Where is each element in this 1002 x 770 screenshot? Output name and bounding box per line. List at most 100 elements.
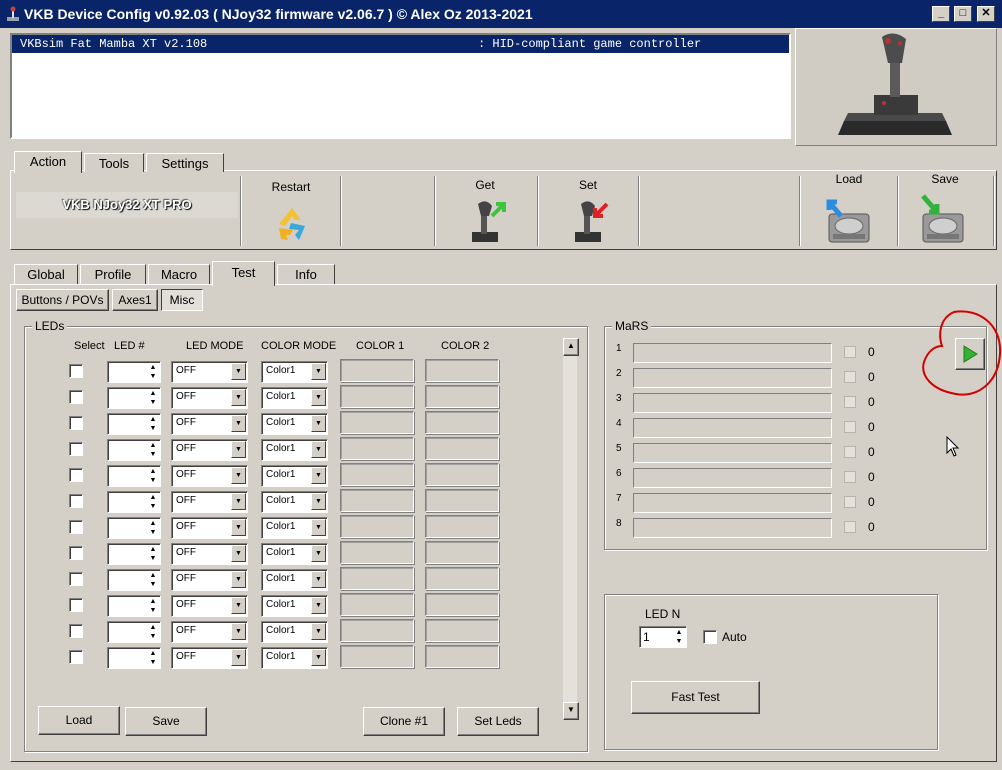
- save-config-button[interactable]: Save: [899, 172, 991, 246]
- color2-swatch[interactable]: [425, 359, 499, 382]
- leds-load-button[interactable]: Load: [38, 706, 120, 735]
- spin-up-icon[interactable]: ▲: [148, 415, 158, 424]
- color1-swatch[interactable]: [340, 411, 414, 434]
- spin-down-icon[interactable]: ▼: [148, 502, 158, 511]
- chevron-down-icon[interactable]: ▼: [311, 519, 326, 536]
- led-mode-select[interactable]: OFF ▼: [171, 387, 248, 409]
- tab-macro[interactable]: Macro: [148, 264, 210, 284]
- chevron-down-icon[interactable]: ▼: [231, 649, 246, 666]
- spin-down-icon[interactable]: ▼: [674, 637, 684, 646]
- color2-swatch[interactable]: [425, 541, 499, 564]
- chevron-down-icon[interactable]: ▼: [311, 415, 326, 432]
- spin-up-icon[interactable]: ▲: [148, 571, 158, 580]
- led-select-checkbox[interactable]: [69, 364, 83, 378]
- mars-indicator-checkbox[interactable]: [844, 421, 856, 433]
- spin-up-icon[interactable]: ▲: [674, 628, 684, 637]
- led-select-checkbox[interactable]: [69, 494, 83, 508]
- spin-down-icon[interactable]: ▼: [148, 632, 158, 641]
- led-mode-select[interactable]: OFF ▼: [171, 413, 248, 435]
- leds-scrollbar[interactable]: ▲ ▼: [562, 337, 579, 721]
- led-mode-select[interactable]: OFF ▼: [171, 647, 248, 669]
- color2-swatch[interactable]: [425, 515, 499, 538]
- spin-down-icon[interactable]: ▼: [148, 450, 158, 459]
- color1-swatch[interactable]: [340, 593, 414, 616]
- led-select-checkbox[interactable]: [69, 416, 83, 430]
- led-select-checkbox[interactable]: [69, 650, 83, 664]
- chevron-down-icon[interactable]: ▼: [311, 441, 326, 458]
- set-leds-button[interactable]: Set Leds: [457, 707, 539, 736]
- spin-up-icon[interactable]: ▲: [148, 545, 158, 554]
- tab-info[interactable]: Info: [277, 264, 335, 284]
- color1-swatch[interactable]: [340, 463, 414, 486]
- spin-up-icon[interactable]: ▲: [148, 441, 158, 450]
- led-number-spinner[interactable]: ▲ ▼: [107, 647, 161, 669]
- chevron-down-icon[interactable]: ▼: [231, 363, 246, 380]
- led-select-checkbox[interactable]: [69, 468, 83, 482]
- color-mode-select[interactable]: Color1 ▼: [261, 543, 328, 565]
- spin-down-icon[interactable]: ▼: [148, 476, 158, 485]
- tab-action[interactable]: Action: [14, 151, 82, 173]
- auto-checkbox[interactable]: [703, 630, 717, 644]
- spin-up-icon[interactable]: ▲: [148, 467, 158, 476]
- led-number-spinner[interactable]: ▲ ▼: [107, 361, 161, 383]
- mars-indicator-checkbox[interactable]: [844, 446, 856, 458]
- led-number-spinner[interactable]: ▲ ▼: [107, 413, 161, 435]
- color-mode-select[interactable]: Color1 ▼: [261, 517, 328, 539]
- tab-test[interactable]: Test: [212, 261, 275, 286]
- color-mode-select[interactable]: Color1 ▼: [261, 465, 328, 487]
- led-number-spinner[interactable]: ▲ ▼: [107, 517, 161, 539]
- color2-swatch[interactable]: [425, 567, 499, 590]
- color1-swatch[interactable]: [340, 515, 414, 538]
- color2-swatch[interactable]: [425, 645, 499, 668]
- color2-swatch[interactable]: [425, 489, 499, 512]
- color-mode-select[interactable]: Color1 ▼: [261, 569, 328, 591]
- color2-swatch[interactable]: [425, 411, 499, 434]
- mars-indicator-checkbox[interactable]: [844, 471, 856, 483]
- chevron-down-icon[interactable]: ▼: [231, 571, 246, 588]
- chevron-down-icon[interactable]: ▼: [231, 389, 246, 406]
- tab-settings[interactable]: Settings: [146, 153, 224, 172]
- color1-swatch[interactable]: [340, 541, 414, 564]
- led-select-checkbox[interactable]: [69, 572, 83, 586]
- led-number-spinner[interactable]: ▲ ▼: [107, 621, 161, 643]
- color1-swatch[interactable]: [340, 437, 414, 460]
- leds-save-button[interactable]: Save: [125, 707, 207, 736]
- color1-swatch[interactable]: [340, 359, 414, 382]
- color1-swatch[interactable]: [340, 489, 414, 512]
- color1-swatch[interactable]: [340, 385, 414, 408]
- tab-axes1[interactable]: Axes1: [112, 289, 158, 311]
- led-select-checkbox[interactable]: [69, 390, 83, 404]
- led-select-checkbox[interactable]: [69, 520, 83, 534]
- led-mode-select[interactable]: OFF ▼: [171, 595, 248, 617]
- chevron-down-icon[interactable]: ▼: [311, 363, 326, 380]
- spin-down-icon[interactable]: ▼: [148, 658, 158, 667]
- color-mode-select[interactable]: Color1 ▼: [261, 387, 328, 409]
- led-select-checkbox[interactable]: [69, 442, 83, 456]
- spin-up-icon[interactable]: ▲: [148, 389, 158, 398]
- tab-buttons-povs[interactable]: Buttons / POVs: [16, 289, 109, 311]
- chevron-down-icon[interactable]: ▼: [311, 545, 326, 562]
- chevron-down-icon[interactable]: ▼: [231, 441, 246, 458]
- led-mode-select[interactable]: OFF ▼: [171, 361, 248, 383]
- chevron-down-icon[interactable]: ▼: [231, 623, 246, 640]
- spin-up-icon[interactable]: ▲: [148, 493, 158, 502]
- get-button[interactable]: Get: [436, 176, 534, 246]
- led-number-spinner[interactable]: ▲ ▼: [107, 439, 161, 461]
- chevron-down-icon[interactable]: ▼: [231, 519, 246, 536]
- mars-indicator-checkbox[interactable]: [844, 346, 856, 358]
- chevron-down-icon[interactable]: ▼: [311, 389, 326, 406]
- set-button[interactable]: Set: [539, 176, 637, 246]
- led-mode-select[interactable]: OFF ▼: [171, 465, 248, 487]
- color2-swatch[interactable]: [425, 385, 499, 408]
- color1-swatch[interactable]: [340, 567, 414, 590]
- led-mode-select[interactable]: OFF ▼: [171, 543, 248, 565]
- spin-up-icon[interactable]: ▲: [148, 597, 158, 606]
- color-mode-select[interactable]: Color1 ▼: [261, 621, 328, 643]
- led-mode-select[interactable]: OFF ▼: [171, 439, 248, 461]
- chevron-down-icon[interactable]: ▼: [311, 597, 326, 614]
- scroll-up-arrow-icon[interactable]: ▲: [563, 338, 579, 356]
- color2-swatch[interactable]: [425, 437, 499, 460]
- color-mode-select[interactable]: Color1 ▼: [261, 361, 328, 383]
- tab-tools[interactable]: Tools: [84, 153, 144, 172]
- mars-indicator-checkbox[interactable]: [844, 371, 856, 383]
